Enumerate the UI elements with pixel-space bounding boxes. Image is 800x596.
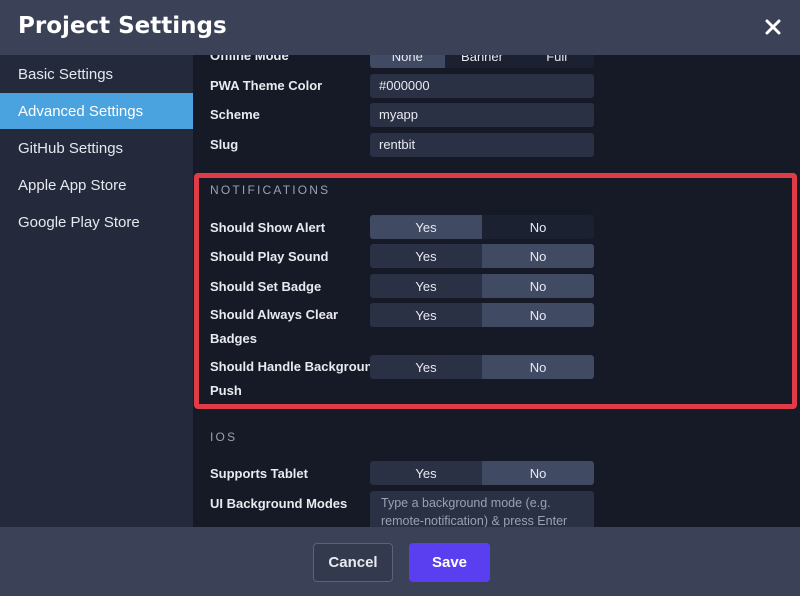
sidebar-item-advanced-settings[interactable]: Advanced Settings	[0, 93, 193, 129]
sidebar-item-google-play-store[interactable]: Google Play Store	[0, 204, 193, 240]
should-handle-background-push-yes[interactable]: Yes	[370, 355, 482, 379]
offline-mode-label: Offline Mode	[210, 55, 289, 63]
project-settings-dialog: Project Settings Basic Settings Advanced…	[0, 0, 800, 596]
notifications-section-title: NOTIFICATIONS	[210, 183, 331, 197]
ios-section-title: IOS	[210, 430, 238, 444]
should-play-sound-toggle: Yes No	[370, 244, 594, 268]
should-set-badge-label: Should Set Badge	[210, 279, 322, 294]
should-play-sound-yes[interactable]: Yes	[370, 244, 482, 268]
should-always-clear-badges-no[interactable]: No	[482, 303, 594, 327]
sidebar-item-apple-app-store[interactable]: Apple App Store	[0, 167, 193, 203]
offline-mode-option-banner[interactable]: Banner	[444, 55, 520, 68]
supports-tablet-no[interactable]: No	[482, 461, 594, 485]
should-always-clear-badges-label-line2: Badges	[210, 331, 257, 346]
supports-tablet-label: Supports Tablet	[210, 466, 308, 481]
should-always-clear-badges-toggle: Yes No	[370, 303, 594, 327]
should-set-badge-toggle: Yes No	[370, 274, 594, 298]
dialog-header: Project Settings	[0, 0, 800, 55]
should-show-alert-label: Should Show Alert	[210, 220, 326, 235]
settings-content[interactable]: Offline Mode None Banner Full PWA Theme …	[193, 55, 800, 527]
save-button[interactable]: Save	[409, 543, 490, 582]
should-show-alert-no[interactable]: No	[482, 215, 594, 239]
should-set-badge-yes[interactable]: Yes	[370, 274, 482, 298]
should-always-clear-badges-yes[interactable]: Yes	[370, 303, 482, 327]
should-handle-background-push-toggle: Yes No	[370, 355, 594, 379]
slug-input[interactable]: rentbit	[370, 133, 594, 157]
should-handle-background-push-label-line2: Push	[210, 383, 242, 398]
cancel-button[interactable]: Cancel	[313, 543, 393, 582]
ui-background-modes-label: UI Background Modes	[210, 496, 348, 511]
offline-mode-option-full[interactable]: Full	[519, 55, 594, 68]
supports-tablet-yes[interactable]: Yes	[370, 461, 482, 485]
pwa-theme-color-label: PWA Theme Color	[210, 78, 323, 93]
should-show-alert-yes[interactable]: Yes	[370, 215, 482, 239]
should-play-sound-no[interactable]: No	[482, 244, 594, 268]
should-set-badge-no[interactable]: No	[482, 274, 594, 298]
sidebar-item-github-settings[interactable]: GitHub Settings	[0, 130, 193, 166]
ui-background-modes-input[interactable]: Type a background mode (e.g. remote-noti…	[370, 491, 594, 527]
dialog-footer: Cancel Save	[0, 527, 800, 596]
should-handle-background-push-label-line1: Should Handle Background	[210, 359, 381, 374]
close-button[interactable]	[758, 12, 788, 42]
settings-sidebar: Basic Settings Advanced Settings GitHub …	[0, 55, 193, 527]
dialog-title: Project Settings	[18, 13, 227, 39]
should-play-sound-label: Should Play Sound	[210, 249, 329, 264]
sidebar-item-basic-settings[interactable]: Basic Settings	[0, 56, 193, 92]
supports-tablet-toggle: Yes No	[370, 461, 594, 485]
should-show-alert-toggle: Yes No	[370, 215, 594, 239]
offline-mode-segmented-control: None Banner Full	[370, 55, 594, 68]
should-always-clear-badges-label-line1: Should Always Clear	[210, 307, 339, 322]
should-handle-background-push-no[interactable]: No	[482, 355, 594, 379]
pwa-theme-color-input[interactable]: #000000	[370, 74, 594, 98]
scheme-input[interactable]: myapp	[370, 103, 594, 127]
offline-mode-option-none[interactable]: None	[370, 55, 445, 68]
close-icon	[765, 19, 781, 35]
scheme-label: Scheme	[210, 107, 260, 122]
slug-label: Slug	[210, 137, 239, 152]
